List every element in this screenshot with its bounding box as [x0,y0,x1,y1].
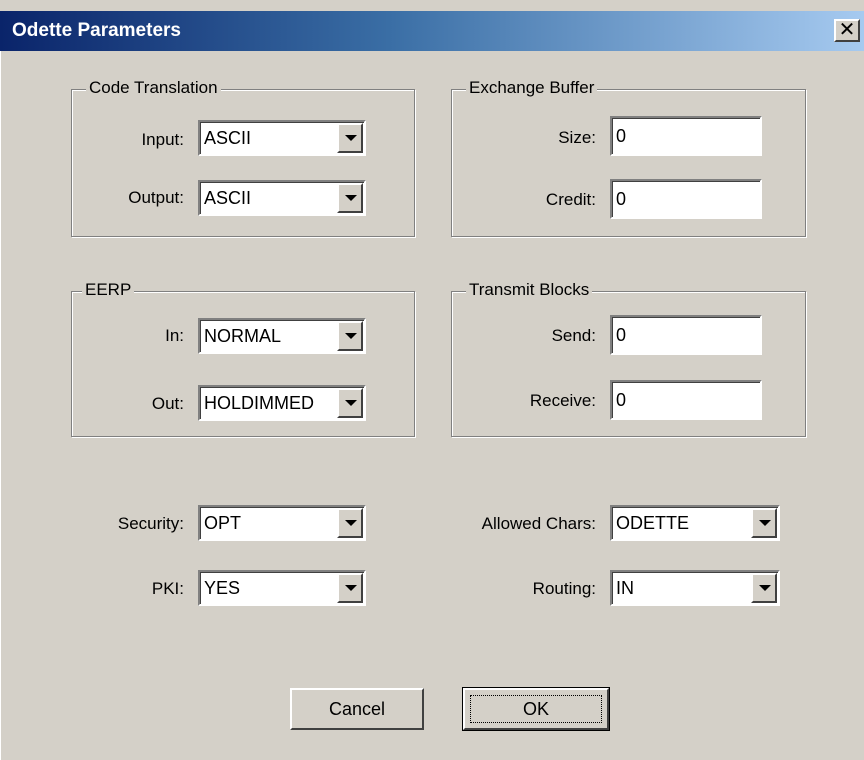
input-combo-value: ASCII [204,128,252,148]
eerp-in-combo-value: NORMAL [204,326,282,346]
eerp-in-combo[interactable]: NORMAL [198,318,366,354]
credit-field-value: 0 [616,189,627,209]
routing-combo[interactable]: IN [610,570,780,606]
chevron-down-icon[interactable] [337,573,363,603]
eerp-out-label: Out: [151,394,184,413]
routing-combo-value: IN [616,578,634,598]
chevron-down-icon[interactable] [751,573,777,603]
chevron-down-icon[interactable] [337,321,363,351]
pki-combo-value: YES [204,578,241,598]
input-combo[interactable]: ASCII [198,120,366,156]
send-field[interactable]: 0 [610,315,762,355]
credit-label: Credit: [545,190,596,209]
chevron-down-icon[interactable] [751,508,777,538]
send-field-value: 0 [616,325,627,345]
size-field[interactable]: 0 [610,116,762,156]
pki-combo[interactable]: YES [198,570,366,606]
exchange-buffer-legend: Exchange Buffer [466,78,598,98]
code-translation-legend: Code Translation [86,78,221,98]
chevron-down-icon[interactable] [337,508,363,538]
allowed-chars-combo-value: ODETTE [616,513,690,533]
send-label: Send: [551,326,596,345]
transmit-blocks-legend: Transmit Blocks [466,280,593,300]
close-icon[interactable]: ✕ [834,19,860,42]
input-label: Input: [141,130,184,149]
security-label: Security: [117,514,184,533]
output-combo[interactable]: ASCII [198,180,366,216]
title-bar: Odette Parameters ✕ [0,11,864,51]
cancel-button[interactable]: Cancel [290,688,424,730]
output-combo-value: ASCII [204,188,252,208]
eerp-legend: EERP [82,280,135,300]
pki-label: PKI: [151,579,184,598]
receive-field[interactable]: 0 [610,380,762,420]
eerp-out-combo-value: HOLDIMMED [204,393,315,413]
size-label: Size: [558,128,596,147]
allowed-chars-combo[interactable]: ODETTE [610,505,780,541]
allowed-chars-label: Allowed Chars: [481,514,596,533]
eerp-out-combo[interactable]: HOLDIMMED [198,385,366,421]
focus-rect [470,695,602,723]
chevron-down-icon[interactable] [337,183,363,213]
window-left-edge [0,51,3,760]
security-combo-value: OPT [204,513,242,533]
security-combo[interactable]: OPT [198,505,366,541]
receive-label: Receive: [529,391,596,410]
output-label: Output: [128,188,184,207]
size-field-value: 0 [616,126,627,146]
eerp-in-label: In: [165,326,184,345]
chevron-down-icon[interactable] [337,388,363,418]
chevron-down-icon[interactable] [337,123,363,153]
credit-field[interactable]: 0 [610,179,762,219]
window-title: Odette Parameters [12,20,181,41]
ok-button[interactable]: OK [462,687,610,731]
receive-field-value: 0 [616,390,627,410]
routing-label: Routing: [532,579,596,598]
